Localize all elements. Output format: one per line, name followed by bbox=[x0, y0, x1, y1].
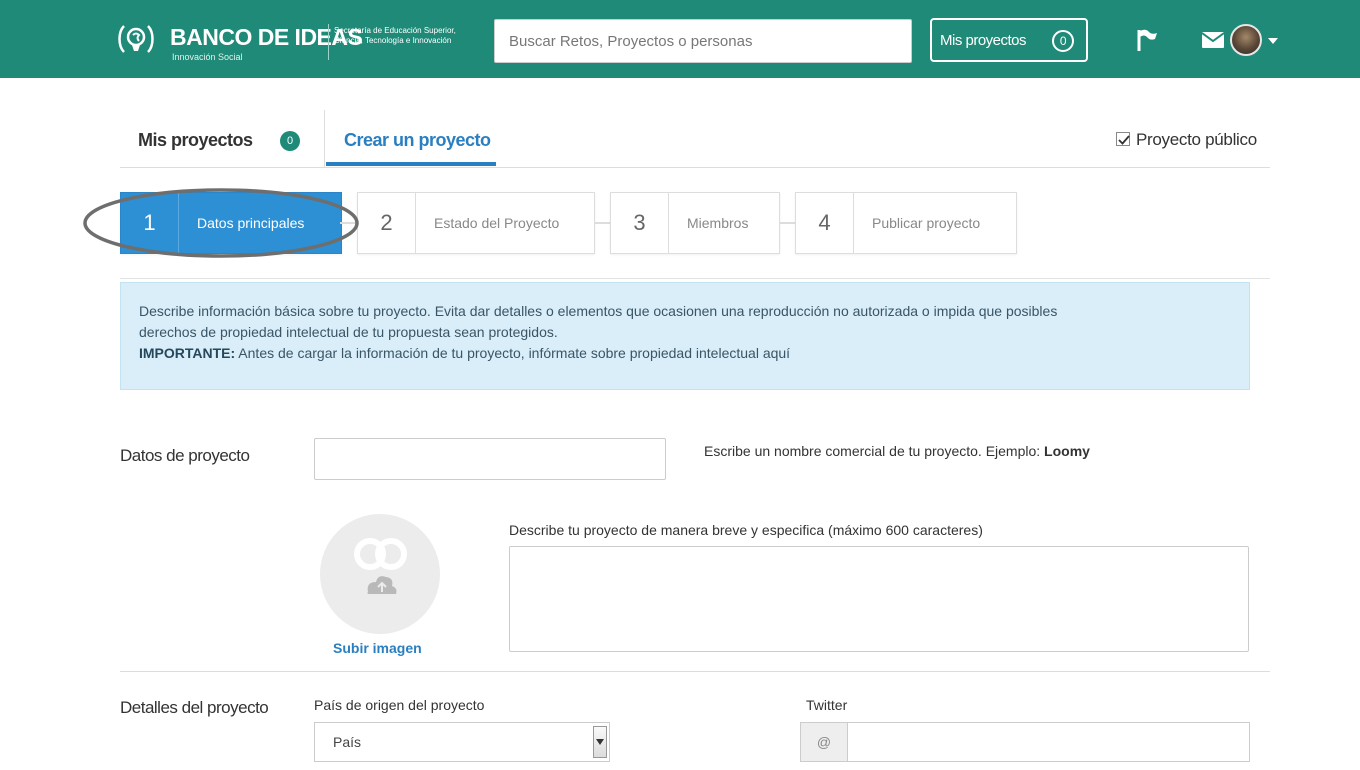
step-datos-principales[interactable]: 1 Datos principales bbox=[120, 192, 342, 254]
project-name-input[interactable] bbox=[314, 438, 666, 480]
country-label: País de origen del proyecto bbox=[314, 697, 485, 713]
info-line-1: Describe información básica sobre tu pro… bbox=[139, 303, 1058, 319]
public-project-checkbox[interactable] bbox=[1116, 132, 1130, 146]
section-datos-label: Datos de proyecto bbox=[120, 446, 250, 465]
mail-icon[interactable] bbox=[1202, 32, 1224, 48]
tab-divider bbox=[324, 110, 325, 168]
image-upload-placeholder[interactable] bbox=[320, 514, 440, 634]
info-line-2: derechos de propiedad intelectual de tu … bbox=[139, 324, 558, 340]
important-label: IMPORTANTE: bbox=[139, 345, 236, 361]
user-avatar[interactable] bbox=[1230, 24, 1262, 56]
important-text[interactable]: Antes de cargar la información de tu pro… bbox=[235, 345, 790, 361]
info-important: IMPORTANTE: Antes de cargar la informaci… bbox=[139, 343, 1231, 364]
twitter-label: Twitter bbox=[806, 697, 848, 713]
step-label: Miembros bbox=[687, 215, 749, 231]
logo-icon[interactable] bbox=[116, 22, 156, 56]
upload-cloud-icon bbox=[354, 538, 407, 594]
select-arrow-icon[interactable] bbox=[593, 726, 607, 758]
active-tab-indicator bbox=[326, 162, 496, 166]
my-projects-label: Mis proyectos bbox=[940, 31, 1027, 49]
twitter-at-prefix: @ bbox=[800, 722, 848, 762]
step-number: 4 bbox=[796, 193, 854, 253]
name-hint: Escribe un nombre comercial de tu proyec… bbox=[704, 443, 1090, 459]
check-icon bbox=[1118, 135, 1130, 145]
name-hint-example: Loomy bbox=[1044, 443, 1090, 459]
steps-divider-line bbox=[120, 278, 1270, 279]
step-number: 3 bbox=[611, 193, 669, 253]
project-description-textarea[interactable] bbox=[509, 546, 1249, 652]
step-estado-proyecto[interactable]: 2 Estado del Proyecto bbox=[357, 192, 595, 254]
country-select[interactable]: País bbox=[314, 722, 610, 762]
public-project-label: Proyecto público bbox=[1136, 130, 1257, 149]
chevron-down-icon[interactable] bbox=[1268, 37, 1278, 45]
form-divider-line bbox=[120, 671, 1270, 672]
flag-icon[interactable] bbox=[1136, 28, 1158, 52]
step-connector bbox=[340, 222, 358, 224]
step-label: Publicar proyecto bbox=[872, 215, 981, 231]
step-number: 2 bbox=[358, 193, 416, 253]
my-projects-button[interactable]: Mis proyectos 0 bbox=[930, 18, 1088, 62]
tabs-divider-line bbox=[120, 167, 1270, 168]
info-box: Describe información básica sobre tu pro… bbox=[120, 282, 1250, 390]
step-number: 1 bbox=[121, 193, 179, 253]
tab-my-projects-count: 0 bbox=[280, 131, 300, 151]
upload-image-link[interactable]: Subir imagen bbox=[333, 640, 422, 656]
step-publicar-proyecto[interactable]: 4 Publicar proyecto bbox=[795, 192, 1017, 254]
country-select-value: País bbox=[333, 734, 362, 750]
search-input[interactable] bbox=[494, 19, 912, 63]
name-hint-text: Escribe un nombre comercial de tu proyec… bbox=[704, 443, 1045, 459]
step-label: Estado del Proyecto bbox=[434, 215, 560, 231]
section-details-label: Detalles del proyecto bbox=[120, 698, 269, 717]
twitter-input[interactable] bbox=[847, 722, 1250, 762]
my-projects-count-badge: 0 bbox=[1052, 30, 1074, 52]
brand-divider bbox=[328, 24, 329, 60]
tab-create-project[interactable]: Crear un proyecto bbox=[344, 130, 491, 151]
description-hint: Describe tu proyecto de manera breve y e… bbox=[509, 522, 983, 538]
step-miembros[interactable]: 3 Miembros bbox=[610, 192, 780, 254]
brand-subtitle: Innovación Social bbox=[172, 52, 243, 62]
step-label: Datos principales bbox=[197, 215, 305, 231]
top-navbar: BANCO DE IDEAS Innovación Social Secreta… bbox=[0, 0, 1360, 78]
tab-my-projects[interactable]: Mis proyectos bbox=[138, 130, 253, 151]
secretaria-label: Secretaría de Educación Superior, Cienci… bbox=[334, 26, 456, 45]
